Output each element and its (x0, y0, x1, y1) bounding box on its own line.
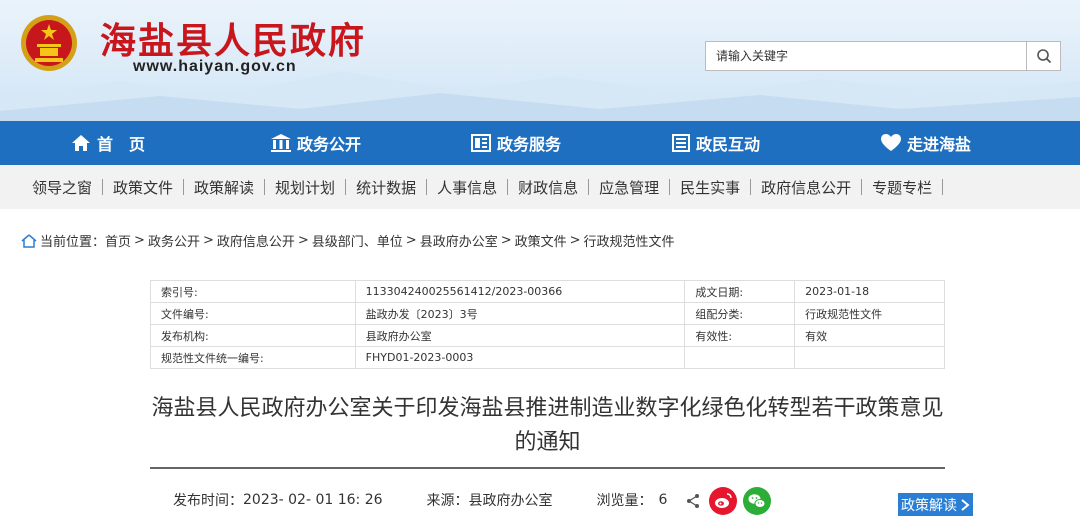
breadcrumb: 当前位置： 首页 > 政务公开 > 政府信息公开 > 县级部门、单位 > 县政府办公室 >… (21, 231, 675, 250)
policy-interpretation-button[interactable]: 政策解读 (898, 493, 973, 516)
publish-info: 发布时间： 2023- 02- 01 16: 26 来源： 县政府办公室 浏览量… (173, 490, 667, 510)
meta-label: 发布机构: (150, 324, 356, 347)
source-label: 来源： (426, 493, 469, 509)
search-icon (1036, 49, 1051, 64)
publish-time-value: 2023- 02- 01 16: 26 (243, 492, 383, 508)
home-icon (71, 135, 90, 151)
meta-label: 有效性: (684, 324, 796, 347)
policy-interpretation-label: 政策解读 (901, 497, 957, 514)
breadcrumb-item[interactable]: 首页 (105, 231, 131, 250)
document-title: 海盐县人民政府办公室关于印发海盐县推进制造业数字化绿色化转型若干政策意见 的通知 (150, 392, 945, 460)
nav-gov-affairs-open[interactable]: 政务公开 (216, 121, 416, 165)
main-nav: 首 页 政务公开 政务服务 政民互动 走进海盐 (0, 121, 1080, 165)
site-title: 海盐县人民政府 (100, 21, 367, 62)
wechat-icon[interactable] (743, 487, 771, 515)
subnav-item[interactable]: 人事信息 (427, 177, 507, 198)
weibo-icon[interactable] (709, 487, 737, 515)
breadcrumb-item[interactable]: 政府信息公开 (217, 231, 295, 250)
nav-about-haiyan-label: 走进海盐 (906, 135, 971, 154)
subnav-item[interactable]: 统计数据 (346, 177, 426, 198)
table-row: 索引号: 113304240025561412/2023-00366 成文日期:… (150, 280, 945, 303)
meta-label: 规范性文件统一编号: (150, 346, 356, 369)
subnav-item[interactable]: 政府信息公开 (751, 177, 861, 198)
heart-icon (880, 134, 901, 151)
document-title-line: 海盐县人民政府办公室关于印发海盐县推进制造业数字化绿色化转型若干政策意见 (151, 396, 944, 421)
meta-value: 行政规范性文件 (794, 302, 945, 325)
national-emblem-icon (21, 15, 77, 71)
subnav-item[interactable]: 领导之窗 (22, 177, 102, 198)
site-header: 海盐县人民政府 www.haiyan.gov.cn (0, 0, 1080, 121)
document-meta-table: 索引号: 113304240025561412/2023-00366 成文日期:… (150, 280, 945, 369)
meta-value: 113304240025561412/2023-00366 (354, 280, 686, 303)
subnav-item[interactable]: 政策文件 (103, 177, 183, 198)
nav-interaction[interactable]: 政民互动 (616, 121, 816, 165)
subnav-item[interactable]: 民生实事 (670, 177, 750, 198)
document-icon (470, 134, 491, 152)
table-row: 规范性文件统一编号: FHYD01-2023-0003 (150, 346, 945, 369)
views-label: 浏览量： (596, 493, 653, 509)
breadcrumb-item[interactable]: 县政府办公室 (420, 231, 498, 250)
meta-label: 成文日期: (684, 280, 796, 303)
table-row: 文件编号: 盐政办发〔2023〕3号 组配分类: 行政规范性文件 (150, 302, 945, 325)
meta-empty-cell (684, 346, 796, 369)
list-icon (671, 134, 690, 152)
chevron-right-icon: > (202, 233, 214, 248)
share-icon[interactable] (685, 493, 701, 509)
meta-label: 文件编号: (150, 302, 356, 325)
divider (942, 179, 944, 195)
subnav-item[interactable]: 专题专栏 (862, 177, 942, 198)
subnav-item[interactable]: 财政信息 (508, 177, 588, 198)
meta-empty-cell (794, 346, 945, 369)
document-title-line: 的通知 (514, 430, 581, 455)
chevron-right-icon: > (134, 233, 145, 248)
breadcrumb-item[interactable]: 政务公开 (148, 231, 200, 250)
meta-value: 县政府办公室 (354, 324, 686, 347)
divider (150, 467, 945, 469)
meta-label: 组配分类: (684, 302, 796, 325)
chevron-right-icon: > (297, 233, 309, 248)
table-row: 发布机构: 县政府办公室 有效性: 有效 (150, 324, 945, 347)
building-icon (270, 134, 291, 152)
subnav-item[interactable]: 应急管理 (589, 177, 669, 198)
site-url: www.haiyan.gov.cn (133, 58, 297, 75)
chevron-right-icon: > (500, 233, 512, 248)
sub-nav: 领导之窗 政策文件 政策解读 规划计划 统计数据 人事信息 财政信息 应急管理 … (0, 165, 1080, 209)
nav-gov-affairs-open-label: 政务公开 (296, 135, 361, 154)
meta-label: 索引号: (150, 280, 356, 303)
nav-about-haiyan[interactable]: 走进海盐 (816, 121, 1036, 165)
chevron-right-icon: > (405, 233, 417, 248)
nav-home-label: 首 页 (96, 135, 145, 154)
source-value: 县政府办公室 (468, 493, 553, 509)
meta-value: 2023-01-18 (794, 280, 945, 303)
nav-interaction-label: 政民互动 (695, 135, 760, 154)
search-button[interactable] (1026, 42, 1060, 70)
meta-value: 有效 (794, 324, 945, 347)
breadcrumb-prefix: 当前位置： (40, 235, 106, 250)
subnav-item[interactable]: 政策解读 (184, 177, 264, 198)
home-outline-icon (21, 233, 37, 248)
subnav-item[interactable]: 规划计划 (265, 177, 345, 198)
chevron-right-icon: > (569, 233, 581, 248)
meta-value: 盐政办发〔2023〕3号 (354, 302, 686, 325)
nav-gov-service[interactable]: 政务服务 (416, 121, 616, 165)
share-bar (685, 487, 771, 515)
nav-home[interactable]: 首 页 (0, 121, 216, 165)
search-input[interactable] (706, 42, 1026, 70)
meta-value: FHYD01-2023-0003 (354, 346, 686, 369)
nav-gov-service-label: 政务服务 (496, 135, 561, 154)
breadcrumb-item[interactable]: 政策文件 (515, 231, 567, 250)
breadcrumb-item[interactable]: 行政规范性文件 (584, 231, 675, 250)
chevron-right-icon (961, 498, 970, 511)
search-box (705, 41, 1061, 71)
breadcrumb-item[interactable]: 县级部门、单位 (312, 231, 403, 250)
publish-time-label: 发布时间： (173, 493, 243, 509)
views-value: 6 (658, 492, 668, 508)
